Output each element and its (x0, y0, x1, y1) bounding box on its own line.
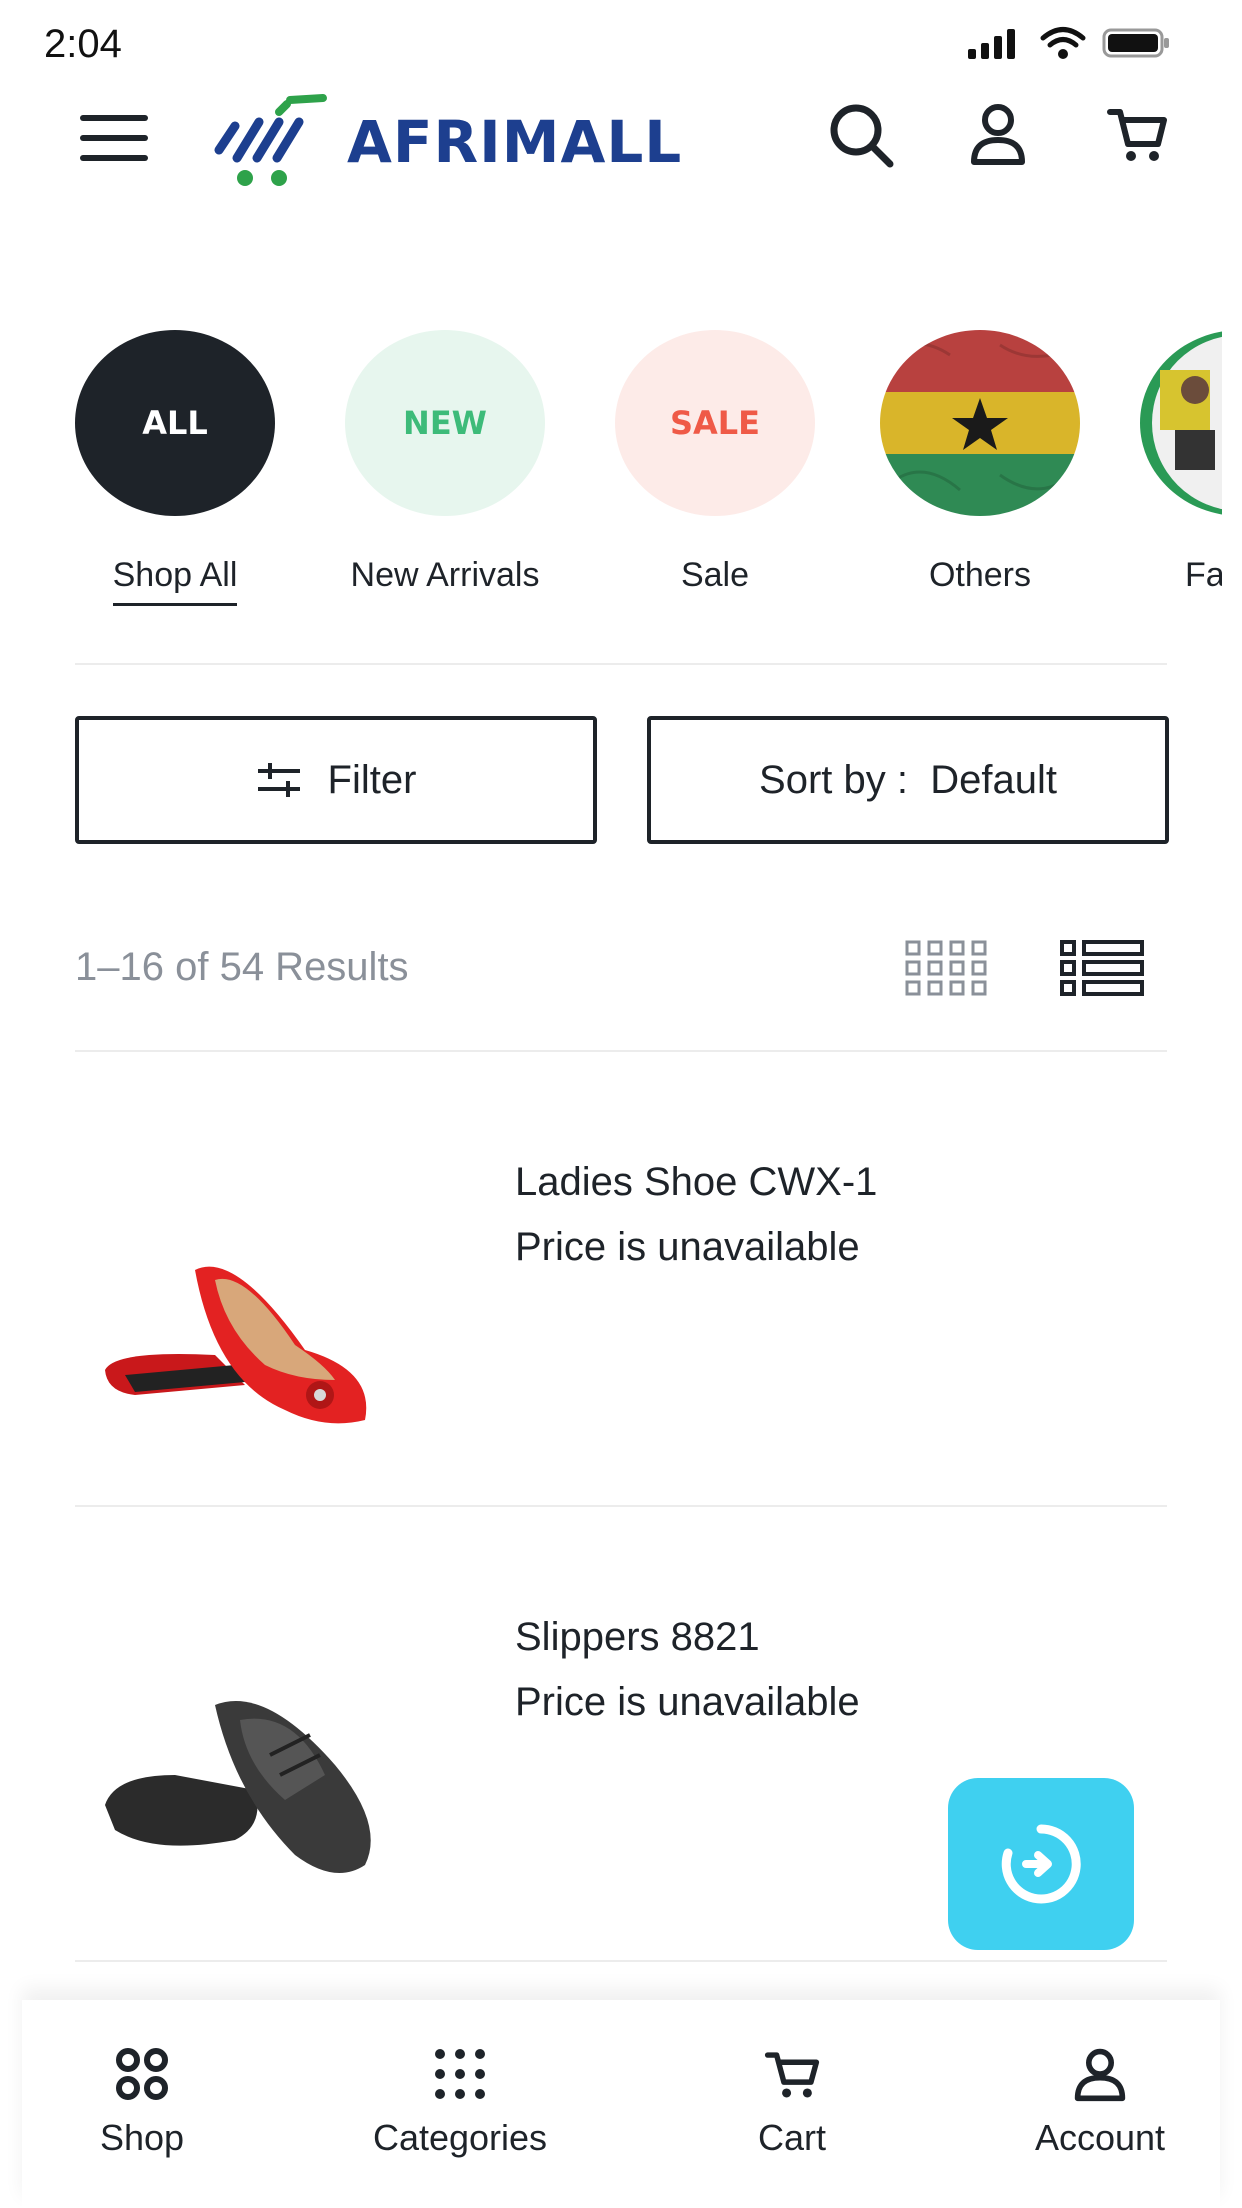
grid-view-button[interactable] (905, 940, 991, 1003)
bottom-nav: Shop Categories Cart Account (22, 2000, 1220, 2208)
sort-button[interactable]: Sort by : Default (647, 716, 1169, 844)
logo-cart-mark (214, 94, 327, 186)
divider (75, 1050, 1167, 1052)
divider (75, 1505, 1167, 1507)
search-icon (830, 104, 894, 168)
category-label: Fa (1185, 556, 1222, 594)
category-label: Shop All (112, 556, 238, 606)
user-icon (971, 104, 1025, 165)
status-icons (968, 26, 1172, 60)
category-new-arrivals[interactable]: NEW New Arrivals (345, 330, 545, 603)
product-item[interactable]: Ladies Shoe CWX-1 Price is unavailable (75, 1110, 1167, 1565)
battery-icon (1102, 28, 1169, 58)
category-badge: NEW (345, 330, 545, 516)
category-badge: SALE (615, 330, 815, 516)
product-name[interactable]: Slippers 8821 (515, 1615, 760, 1660)
search-button[interactable] (826, 100, 896, 170)
category-shop-all[interactable]: ALL Shop All (75, 330, 275, 606)
grid-view-icon (905, 940, 987, 996)
category-label: Sale (680, 556, 750, 594)
ghana-flag-image (880, 330, 1080, 516)
cart-icon (764, 2052, 820, 2098)
category-others[interactable]: Others (880, 330, 1080, 603)
divider (75, 663, 1167, 665)
fashion-photo-image (1140, 330, 1222, 516)
nav-label: Categories (372, 2117, 548, 2158)
divider (75, 1960, 1167, 1962)
account-icon (1074, 2048, 1126, 2102)
category-fashion-partial[interactable]: Fa (1140, 330, 1222, 630)
nav-label: Cart (757, 2117, 826, 2158)
menu-button[interactable] (80, 115, 150, 163)
nav-account[interactable]: Account (980, 2046, 1220, 2159)
shop-icon (116, 2048, 168, 2100)
status-time: 2:04 (44, 22, 122, 66)
nav-label: Shop (99, 2117, 185, 2158)
category-label: Others (928, 556, 1032, 594)
list-view-button[interactable] (1060, 940, 1146, 1003)
filter-button[interactable]: Filter (75, 716, 597, 844)
cart-icon (1107, 109, 1167, 161)
nav-label: Account (1034, 2117, 1166, 2158)
results-count: 1–16 of 54 Results (75, 945, 409, 989)
sort-label: Sort by : Default (759, 757, 1057, 802)
account-button[interactable] (968, 100, 1038, 170)
nav-cart[interactable]: Cart (672, 2046, 912, 2159)
list-view-icon (1060, 940, 1144, 996)
nav-shop[interactable]: Shop (22, 2046, 262, 2159)
black-slippers-image (105, 1701, 371, 1873)
category-sale[interactable]: SALE Sale (615, 330, 815, 603)
cart-button[interactable] (1106, 100, 1176, 170)
filter-label: Filter (327, 757, 417, 802)
afrimall-logo[interactable]: AFRIMALL (205, 92, 682, 192)
sliders-icon (257, 763, 300, 797)
signal-icon (968, 29, 1015, 59)
logo-text: AFRIMALL (347, 108, 683, 176)
grid-dots-icon (435, 2049, 485, 2099)
wifi-icon (1040, 27, 1086, 59)
category-label: New Arrivals (350, 556, 540, 594)
product-name[interactable]: Ladies Shoe CWX-1 (515, 1160, 877, 1205)
product-price: Price is unavailable (515, 1225, 860, 1269)
refresh-arrow-icon (1001, 1824, 1081, 1904)
red-flat-shoe-image (105, 1266, 367, 1424)
nav-categories[interactable]: Categories (340, 2046, 580, 2159)
product-price: Price is unavailable (515, 1680, 860, 1724)
floating-action-button[interactable] (948, 1778, 1134, 1950)
category-badge: ALL (75, 330, 275, 516)
